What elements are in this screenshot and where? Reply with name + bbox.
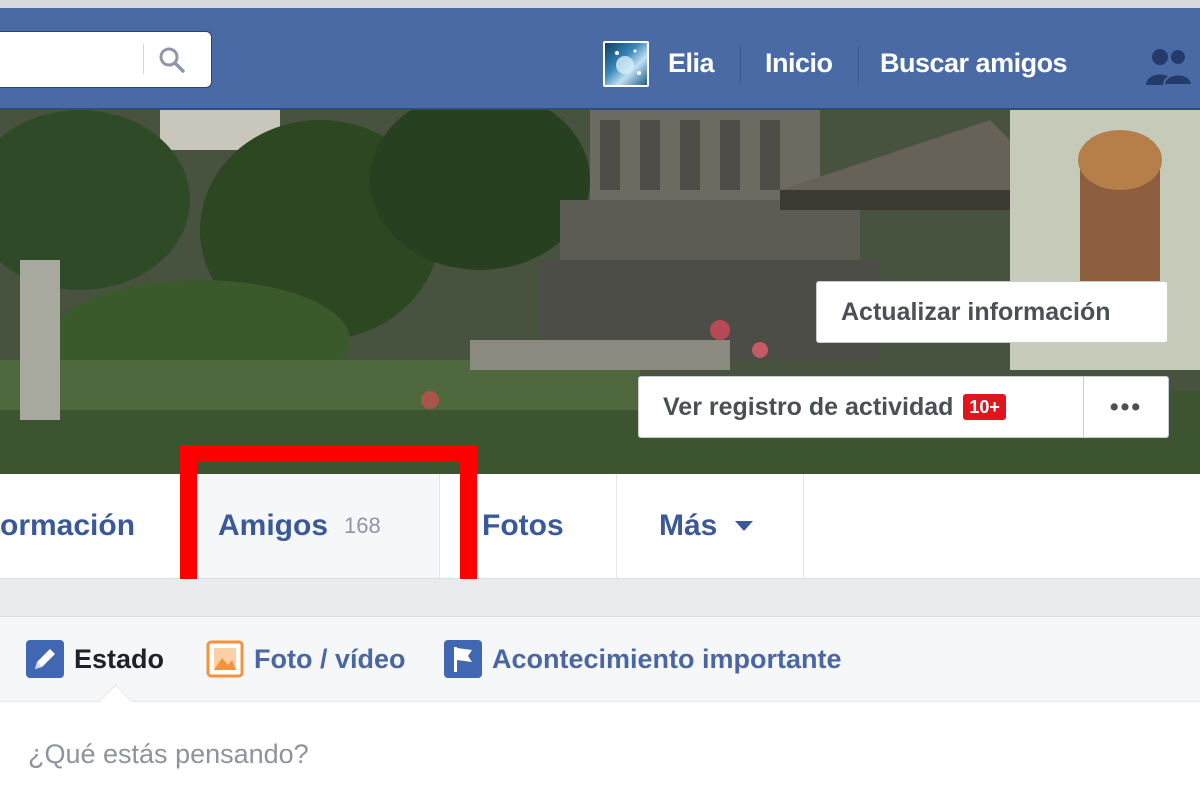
activity-count-badge: 10+ (963, 394, 1006, 420)
browser-top-strip (0, 0, 1200, 8)
tab-photos-label: Fotos (482, 509, 564, 542)
friend-requests-icon[interactable] (1144, 45, 1200, 89)
tab-friends-label: Amigos (218, 509, 329, 542)
timeline-gap (0, 579, 1200, 616)
profile-name-link[interactable]: Elia (668, 48, 715, 79)
composer-toolbar: Estado Foto / vídeo Acontecimiento impor… (0, 617, 1200, 702)
photo-video-tab-label: Foto / vídeo (254, 643, 406, 674)
life-event-tab[interactable]: Acontecimiento importante (444, 639, 842, 679)
flag-icon (444, 640, 482, 678)
search-input[interactable] (3, 40, 147, 78)
tab-divider (803, 474, 804, 578)
cover-photo[interactable]: Actualizar información Ver registro de a… (0, 110, 1200, 474)
status-tab-label: Estado (74, 643, 165, 674)
avatar[interactable] (603, 41, 649, 87)
life-event-tab-label: Acontecimiento importante (492, 643, 842, 674)
nav-divider (858, 46, 859, 84)
more-options-button[interactable]: ••• (1083, 376, 1169, 438)
activity-log-label: Ver registro de actividad (663, 392, 954, 421)
pencil-icon (26, 640, 64, 678)
tab-photos[interactable]: Fotos (440, 474, 616, 578)
avatar-image (615, 49, 641, 75)
photo-video-tab[interactable]: Foto / vídeo (206, 639, 406, 679)
tab-friends[interactable]: Amigos 168 (181, 474, 439, 578)
update-info-label: Actualizar información (841, 297, 1111, 326)
tab-information-label: ormación (0, 509, 136, 542)
tab-more-label: Más (659, 509, 718, 542)
post-composer: Estado Foto / vídeo Acontecimiento impor… (0, 616, 1200, 801)
nav-divider (740, 46, 741, 84)
search-divider (143, 44, 144, 74)
home-link[interactable]: Inicio (765, 48, 833, 79)
more-options-icon: ••• (1109, 392, 1143, 421)
profile-tabs: ormación Amigos 168 Fotos Más (0, 474, 1200, 579)
activity-log-button[interactable]: Ver registro de actividad 10+ (638, 376, 1084, 438)
search-box[interactable] (0, 31, 212, 88)
photo-icon (206, 640, 244, 678)
search-icon[interactable] (157, 45, 187, 75)
update-info-button[interactable]: Actualizar información (816, 281, 1168, 343)
friends-count: 168 (344, 513, 381, 538)
tab-more[interactable]: Más (617, 474, 803, 578)
status-tab[interactable]: Estado (26, 639, 164, 679)
composer-input[interactable]: ¿Qué estás pensando? (28, 739, 309, 770)
chevron-down-icon (735, 521, 754, 531)
top-nav-bar: Elia Inicio Buscar amigos (0, 8, 1200, 110)
tab-information[interactable]: ormación (0, 474, 180, 578)
find-friends-link[interactable]: Buscar amigos (880, 48, 1068, 79)
